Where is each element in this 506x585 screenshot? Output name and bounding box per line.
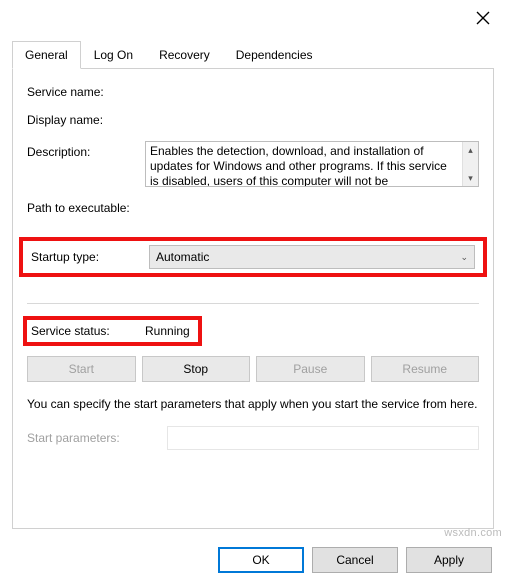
start-parameters-label: Start parameters: xyxy=(27,431,167,445)
tabstrip: General Log On Recovery Dependencies xyxy=(12,40,494,69)
start-parameters-input xyxy=(167,426,479,450)
resume-button: Resume xyxy=(371,356,480,382)
service-name-label: Service name: xyxy=(27,85,145,99)
description-scrollbar[interactable]: ▴ ▾ xyxy=(462,142,478,186)
start-parameters-row: Start parameters: xyxy=(27,426,479,450)
dialog-buttons: OK Cancel Apply xyxy=(218,547,492,573)
path-label: Path to executable: xyxy=(27,201,145,215)
chevron-down-icon: ⌄ xyxy=(460,252,468,263)
dialog-body: General Log On Recovery Dependencies Ser… xyxy=(0,40,506,541)
tab-panel-general: Service name: Display name: Description:… xyxy=(12,69,494,529)
start-button: Start xyxy=(27,356,136,382)
description-box: Enables the detection, download, and ins… xyxy=(145,141,479,187)
cancel-button[interactable]: Cancel xyxy=(312,547,398,573)
service-control-buttons: Start Stop Pause Resume xyxy=(27,356,479,382)
tab-dependencies[interactable]: Dependencies xyxy=(223,41,326,69)
description-text: Enables the detection, download, and ins… xyxy=(146,142,462,186)
display-name-label: Display name: xyxy=(27,113,145,127)
tab-logon[interactable]: Log On xyxy=(81,41,146,69)
watermark: wsxdn.com xyxy=(444,527,502,539)
description-label: Description: xyxy=(27,141,145,159)
service-status-value: Running xyxy=(145,324,190,338)
tab-general[interactable]: General xyxy=(12,41,81,69)
separator xyxy=(27,303,479,304)
startup-type-value: Automatic xyxy=(156,250,209,264)
stop-button[interactable]: Stop xyxy=(142,356,251,382)
startup-type-highlight: Startup type: Automatic ⌄ xyxy=(19,237,487,277)
close-icon[interactable] xyxy=(476,11,490,25)
ok-button[interactable]: OK xyxy=(218,547,304,573)
scroll-down-icon[interactable]: ▾ xyxy=(463,170,478,186)
pause-button: Pause xyxy=(256,356,365,382)
startup-type-combobox[interactable]: Automatic ⌄ xyxy=(149,245,475,269)
scroll-up-icon[interactable]: ▴ xyxy=(463,142,478,158)
titlebar xyxy=(0,0,506,36)
help-text: You can specify the start parameters tha… xyxy=(27,396,479,412)
tab-recovery[interactable]: Recovery xyxy=(146,41,223,69)
service-status-label: Service status: xyxy=(27,324,145,338)
startup-type-label: Startup type: xyxy=(31,250,149,264)
apply-button[interactable]: Apply xyxy=(406,547,492,573)
service-status-highlight: Service status: Running xyxy=(23,316,202,346)
service-status-row: Service status: Running xyxy=(27,316,479,346)
